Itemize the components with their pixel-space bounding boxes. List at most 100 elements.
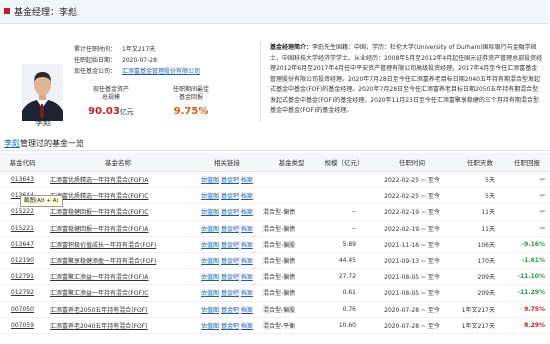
fund-code-link[interactable]: 015221 [0, 220, 45, 237]
fund-name-link[interactable]: 汇添富稳健回报一年持有混合(FOF)C [45, 203, 191, 221]
fund-code-link[interactable]: 013643 [0, 171, 45, 189]
start-date-value: 2020-07-28 [122, 57, 157, 64]
fund-profile-link[interactable]: 档案 [241, 177, 253, 184]
fund-size: 10.60 [320, 317, 368, 334]
tenure-period: 2021-08-05 ~ 至今 [368, 284, 456, 302]
tenure-return: -- [504, 220, 550, 237]
fund-code-link[interactable]: 007050 [0, 301, 45, 318]
tenure-days: 11天 [456, 203, 504, 221]
fund-type: 混合型-偏债 [263, 268, 320, 286]
tenure-period: 2022-02-25 ~ 至今 [368, 187, 456, 205]
fund-name-link[interactable]: 汇添富优质精选一年持有混合(FOF)A [45, 171, 191, 189]
best-return-label-line1: 任职期间最佳 [172, 86, 209, 93]
fund-forum-link[interactable]: 基金吧 [221, 307, 239, 314]
best-return-number: 9.75% [173, 106, 209, 117]
fund-type [263, 187, 320, 205]
company-link[interactable]: 汇添富基金管理股份有限公司 [122, 68, 200, 75]
tenure-return: 8.29% [504, 317, 550, 334]
related-links: 估值图 基金吧 档案 [191, 252, 263, 270]
section-divider [0, 150, 550, 151]
manager-photo-icon [22, 64, 63, 121]
tenure-return: -- [504, 187, 550, 205]
fund-profile-link[interactable]: 档案 [241, 226, 253, 233]
fund-profile-link[interactable]: 档案 [241, 290, 253, 297]
fund-forum-link[interactable]: 基金吧 [221, 274, 239, 281]
fund-forum-link[interactable]: 基金吧 [221, 226, 239, 233]
fund-type: 混合型-偏债 [263, 284, 320, 302]
fund-profile-link[interactable]: 档案 [241, 209, 253, 216]
valuation-chart-link[interactable]: 估值图 [201, 193, 219, 200]
related-links: 估值图 基金吧 档案 [191, 236, 263, 253]
fund-name-link[interactable]: 汇添富养老2050五年持有混合(FOF) [45, 301, 191, 318]
fund-name-link[interactable]: 汇添富积极价值成长一年持有混合(FOF) [45, 236, 191, 253]
fund-profile-link[interactable]: 档案 [241, 258, 253, 265]
table-header-row: 基金代码 基金名称 相关链接 基金类型 规模（亿元） 任职时间 任职天数 任职回… [0, 153, 550, 172]
col-header-code[interactable]: 基金代码 [0, 153, 45, 172]
fund-code-link[interactable]: 007059 [0, 317, 45, 334]
tenure-period: 2020-07-28 ~ 至今 [368, 317, 456, 334]
fund-forum-link[interactable]: 基金吧 [221, 258, 239, 265]
tenure-return: -11.29% [504, 284, 550, 302]
fund-forum-link[interactable]: 基金吧 [221, 242, 239, 249]
fund-forum-link[interactable]: 基金吧 [221, 290, 239, 297]
tenure-return: -1.61% [504, 252, 550, 270]
fund-name-link[interactable]: 汇添富优质精选一年持有混合(FOF)C [45, 187, 191, 205]
fund-name-link[interactable]: 汇添富养老2040五年持有混合(FOF) [45, 317, 191, 334]
best-return-label-line2: 基金回报 [178, 94, 203, 101]
manager-bio: 基金经理简介：李彪先生国籍：中国，学历：杜伦大学(University of D… [270, 43, 543, 117]
tenure-days: 209天 [456, 268, 504, 286]
fund-code-link[interactable]: 012792 [0, 284, 45, 302]
start-date-label: 任职起始日期： [74, 57, 117, 64]
total-assets-value: 90.03亿元 [80, 106, 142, 117]
col-header-period[interactable]: 任职时间 [368, 153, 456, 172]
fund-profile-link[interactable]: 档案 [241, 274, 253, 281]
company-label: 现任基金公司： [74, 68, 117, 75]
valuation-chart-link[interactable]: 估值图 [201, 226, 219, 233]
tenure-return: -11.10% [504, 268, 550, 286]
fund-size: 44.45 [320, 252, 368, 270]
valuation-chart-link[interactable]: 估值图 [201, 307, 219, 314]
fund-name-link[interactable]: 汇添富聚享稳健添盈一年持有混合(FOF) [45, 252, 191, 270]
fund-profile-link[interactable]: 档案 [241, 323, 253, 330]
fund-profile-link[interactable]: 档案 [241, 242, 253, 249]
fund-code-link[interactable]: 012190 [0, 252, 45, 270]
fund-name-link[interactable]: 汇添富聚汇添益一年持有混合(FOF)C [45, 284, 191, 302]
col-header-days[interactable]: 任职天数 [456, 153, 504, 172]
related-links: 估值图 基金吧 档案 [191, 268, 263, 286]
valuation-chart-link[interactable]: 估值图 [201, 209, 219, 216]
col-header-size[interactable]: 规模（亿元） [320, 153, 368, 172]
tenure-period: 2021-09-13 ~ 至今 [368, 252, 456, 270]
valuation-chart-link[interactable]: 估值图 [201, 323, 219, 330]
section-title: 李彪管理过的基金一览 [4, 138, 84, 149]
fund-forum-link[interactable]: 基金吧 [221, 193, 239, 200]
table-row: 012190 汇添富聚享稳健添盈一年持有混合(FOF) 估值图 基金吧 档案 混合型-… [0, 252, 550, 270]
total-assets-label-line1: 现任基金资产 [92, 86, 129, 93]
valuation-chart-link[interactable]: 估值图 [201, 290, 219, 297]
valuation-chart-link[interactable]: 估值图 [201, 258, 219, 265]
fund-name-link[interactable]: 汇添富聚汇添益一年持有混合(FOF)A [45, 268, 191, 286]
table-row: 012792 汇添富聚汇添益一年持有混合(FOF)C 估值图 基金吧 档案 混合型-偏… [0, 284, 550, 302]
col-header-name[interactable]: 基金名称 [45, 153, 191, 172]
col-header-return[interactable]: 任职回报 [504, 153, 550, 172]
fund-forum-link[interactable]: 基金吧 [221, 209, 239, 216]
fund-profile-link[interactable]: 档案 [241, 193, 253, 200]
manager-name-link[interactable]: 李彪 [4, 139, 20, 148]
fund-profile-link[interactable]: 档案 [241, 307, 253, 314]
fund-code-link[interactable]: 012791 [0, 268, 45, 286]
panel-divider [260, 42, 261, 122]
table-row: 007059 汇添富养老2040五年持有混合(FOF) 估值图 基金吧 档案 混合型-… [0, 317, 550, 334]
fund-size: 0.61 [320, 284, 368, 302]
table-row: 007050 汇添富养老2050五年持有混合(FOF) 估值图 基金吧 档案 混合型-… [0, 301, 550, 318]
fund-size: 27.72 [320, 268, 368, 286]
valuation-chart-link[interactable]: 估值图 [201, 242, 219, 249]
valuation-chart-link[interactable]: 估值图 [201, 274, 219, 281]
page-header: 基金经理：李彪 [0, 0, 549, 24]
valuation-chart-link[interactable]: 估值图 [201, 177, 219, 184]
fund-forum-link[interactable]: 基金吧 [221, 323, 239, 330]
tenure-days: 11天 [456, 220, 504, 237]
fund-name-link[interactable]: 汇添富稳健回报一年持有混合(FOF)A [45, 220, 191, 237]
col-header-type[interactable]: 基金类型 [263, 153, 320, 172]
fund-forum-link[interactable]: 基金吧 [221, 177, 239, 184]
tenure-label: 累计任职时间： [74, 46, 117, 53]
fund-code-link[interactable]: 013647 [0, 236, 45, 253]
